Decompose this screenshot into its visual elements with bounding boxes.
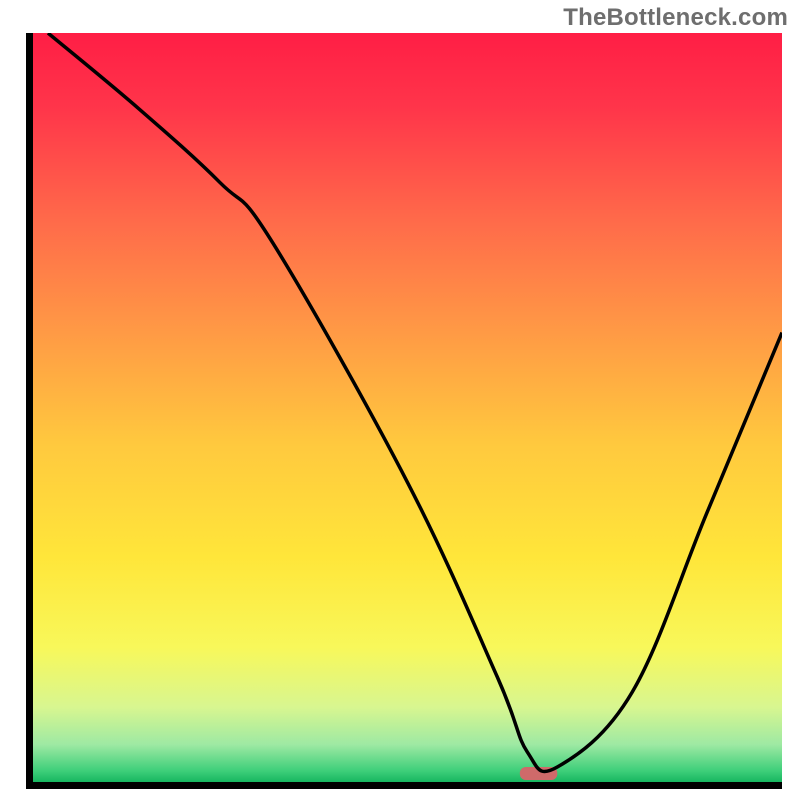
watermark-text: TheBottleneck.com	[563, 4, 788, 32]
gradient-background	[33, 33, 782, 782]
chart-frame: TheBottleneck.com	[0, 0, 800, 800]
bottleneck-chart	[0, 0, 800, 800]
